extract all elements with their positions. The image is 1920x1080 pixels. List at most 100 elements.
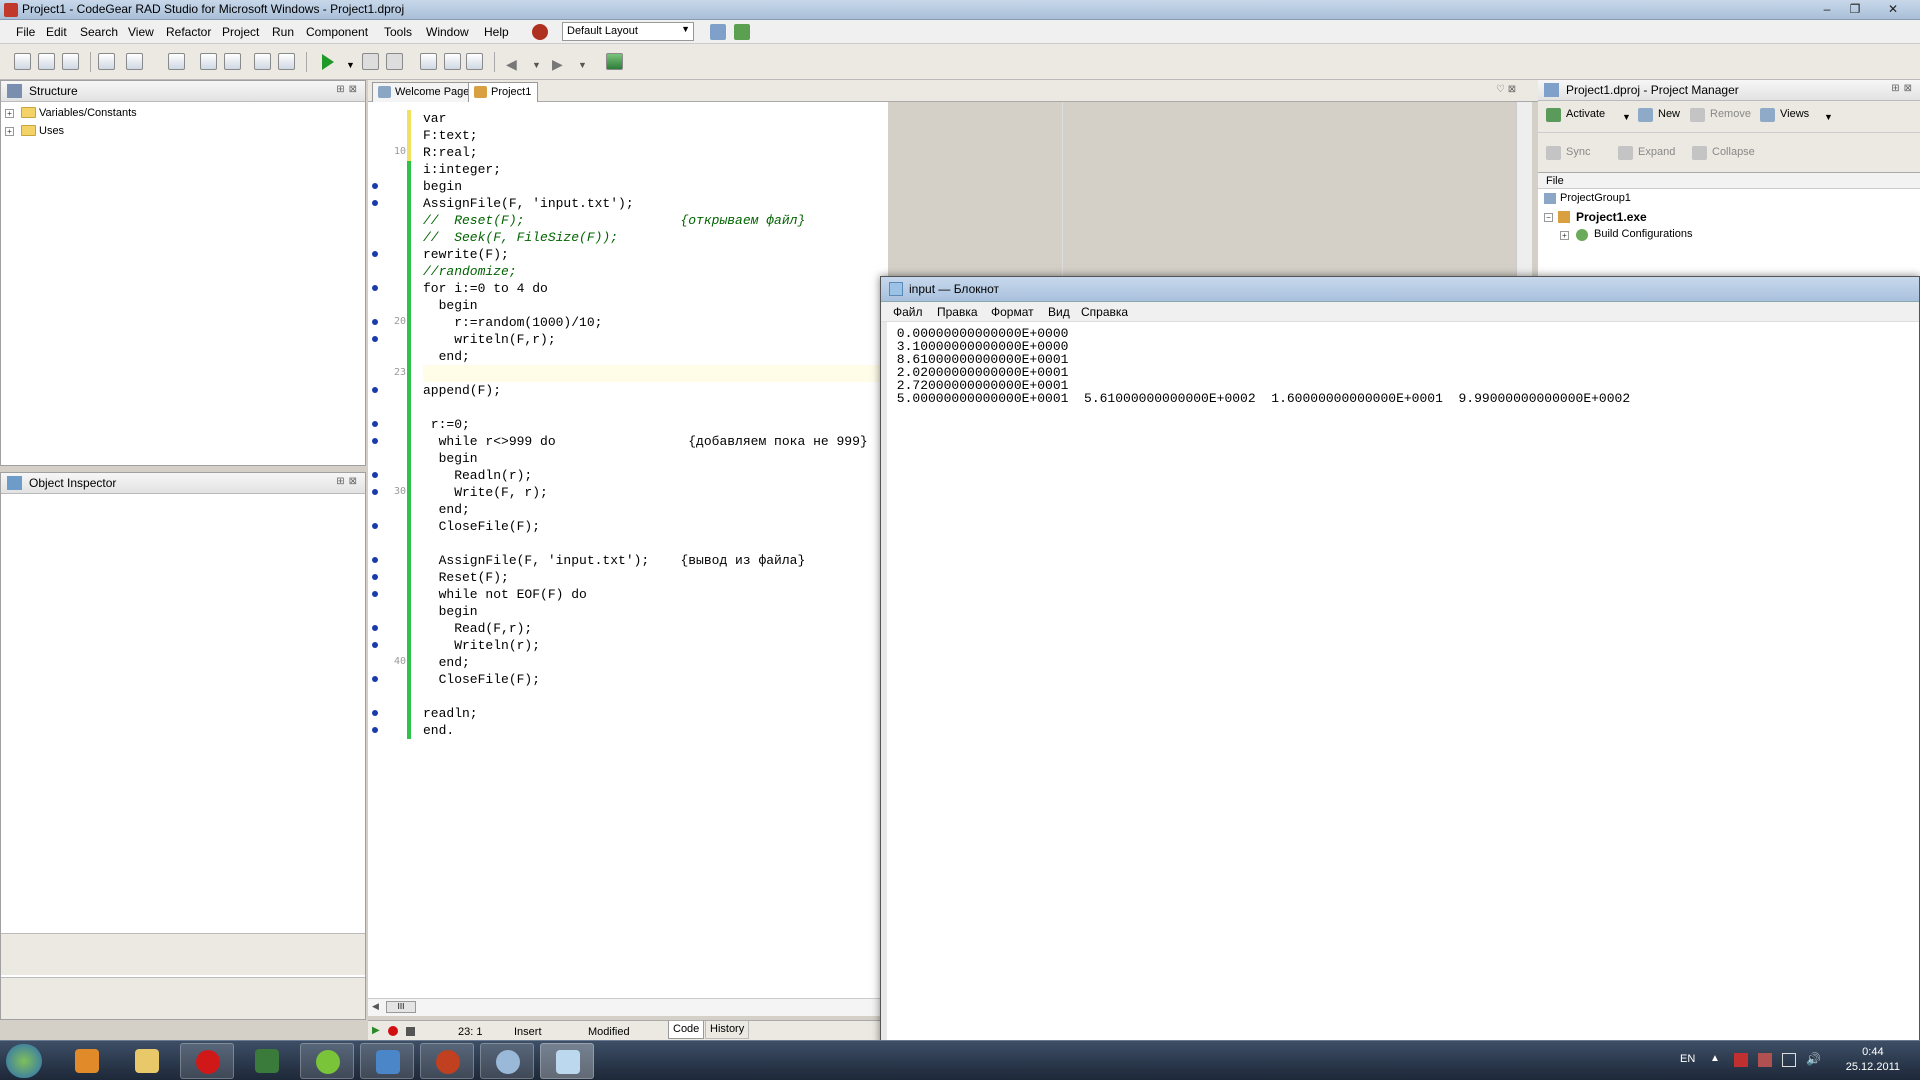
tab-history[interactable]: History: [705, 1021, 750, 1039]
helmet-icon[interactable]: [532, 24, 548, 40]
editor-gutter[interactable]: 10 20 23 30 40: [368, 102, 412, 1002]
open-icon[interactable]: [38, 53, 55, 70]
minimize-button[interactable]: –: [1814, 0, 1840, 18]
code-line[interactable]: Writeln(r);: [423, 637, 540, 654]
notepad-menu-view[interactable]: Вид: [1048, 305, 1070, 319]
breakpoint-dot-icon[interactable]: [372, 251, 378, 257]
remove-button[interactable]: Remove: [1690, 108, 1751, 122]
import-icon[interactable]: [254, 53, 271, 70]
notepad-menu-edit[interactable]: Правка: [937, 305, 978, 319]
build-configurations-item[interactable]: Build Configurations: [1594, 228, 1692, 240]
export-icon[interactable]: [278, 53, 295, 70]
forward-icon[interactable]: ▶: [552, 56, 563, 73]
open-project-icon[interactable]: [62, 53, 79, 70]
code-line[interactable]: // Reset(F); {открываем файл}: [423, 212, 805, 229]
code-line[interactable]: while not EOF(F) do: [423, 586, 587, 603]
chevron-down-icon[interactable]: ▼: [1824, 112, 1833, 122]
code-line[interactable]: while r<>999 do {добавляем пока не 999}: [423, 433, 868, 450]
code-line[interactable]: F:text;: [423, 127, 478, 144]
flag-icon[interactable]: [1758, 1053, 1772, 1067]
expand-icon[interactable]: +: [5, 127, 14, 136]
breakpoint-dot-icon[interactable]: [372, 438, 378, 444]
tab-close-icon[interactable]: ♡ ⊠: [1496, 84, 1516, 95]
menu-edit[interactable]: Edit: [46, 25, 67, 39]
back-icon[interactable]: ◀: [506, 56, 517, 73]
taskbar-media-player[interactable]: [60, 1043, 114, 1079]
breakpoint-dot-icon[interactable]: [372, 676, 378, 682]
chevron-down-icon[interactable]: ▼: [532, 60, 541, 70]
code-line[interactable]: end.: [423, 722, 454, 739]
breakpoint-dot-icon[interactable]: [372, 319, 378, 325]
code-line[interactable]: Reset(F);: [423, 569, 509, 586]
menu-file[interactable]: File: [16, 25, 35, 39]
code-line[interactable]: append(F);: [423, 382, 501, 399]
save-all-icon[interactable]: [200, 53, 217, 70]
volume-icon[interactable]: 🔊: [1806, 1052, 1821, 1066]
sync-button[interactable]: Sync: [1546, 146, 1590, 160]
code-line[interactable]: readln;: [423, 705, 478, 722]
views-button[interactable]: Views: [1760, 108, 1809, 122]
language-indicator[interactable]: EN: [1680, 1053, 1695, 1065]
set-debug-desktop-icon[interactable]: [734, 24, 750, 40]
collapse-button[interactable]: Collapse: [1692, 146, 1755, 160]
code-line[interactable]: rewrite(F);: [423, 246, 509, 263]
menu-run[interactable]: Run: [272, 25, 294, 39]
taskbar-paint[interactable]: [480, 1043, 534, 1079]
chevron-down-icon[interactable]: ▼: [578, 60, 587, 70]
project-group-item[interactable]: ProjectGroup1: [1560, 192, 1631, 204]
breakpoint-dot-icon[interactable]: [372, 336, 378, 342]
scroll-left-icon[interactable]: ◀: [372, 1001, 379, 1012]
code-line[interactable]: R:real;: [423, 144, 478, 161]
panel-pin-close-icon[interactable]: ⊞⊠: [1891, 83, 1916, 94]
expand-icon[interactable]: +: [1560, 231, 1569, 240]
breakpoint-dot-icon[interactable]: [372, 710, 378, 716]
save-desktop-icon[interactable]: [710, 24, 726, 40]
trace-into-icon[interactable]: [420, 53, 437, 70]
collapse-icon[interactable]: −: [1544, 213, 1553, 222]
panel-pin-close-icon[interactable]: ⊞⊠: [336, 84, 361, 95]
code-line[interactable]: Read(F,r);: [423, 620, 532, 637]
column-header-file[interactable]: File: [1538, 173, 1920, 189]
code-line[interactable]: end;: [423, 501, 470, 518]
menu-view[interactable]: View: [128, 25, 154, 39]
breakpoint-dot-icon[interactable]: [372, 625, 378, 631]
action-center-icon[interactable]: [1734, 1053, 1748, 1067]
horizontal-scrollbar[interactable]: ◀ III: [368, 998, 880, 1016]
tab-welcome-page[interactable]: Welcome Page: [372, 82, 477, 102]
code-line[interactable]: begin: [423, 178, 462, 195]
menu-component[interactable]: Component: [306, 25, 368, 39]
chevron-down-icon[interactable]: ▼: [346, 60, 355, 70]
scroll-thumb[interactable]: III: [386, 1001, 416, 1013]
expand-icon[interactable]: +: [5, 109, 14, 118]
code-line[interactable]: end;: [423, 348, 470, 365]
stop-icon[interactable]: [386, 53, 403, 70]
print-icon[interactable]: [224, 53, 241, 70]
code-line[interactable]: for i:=0 to 4 do: [423, 280, 548, 297]
layout-select[interactable]: Default Layout ▼: [562, 22, 694, 41]
code-line[interactable]: Readln(r);: [423, 467, 532, 484]
breakpoint-dot-icon[interactable]: [372, 727, 378, 733]
project-item[interactable]: Project1.exe: [1576, 210, 1647, 224]
vertical-scrollbar[interactable]: [1516, 102, 1532, 282]
tray-expand-icon[interactable]: ▲: [1710, 1053, 1720, 1064]
code-line[interactable]: begin: [423, 603, 478, 620]
code-line[interactable]: begin: [423, 450, 478, 467]
breakpoint-dot-icon[interactable]: [372, 421, 378, 427]
notepad-text-area[interactable]: 0.00000000000000E+0000 3.10000000000000E…: [889, 327, 1630, 405]
breakpoint-dot-icon[interactable]: [372, 285, 378, 291]
code-line[interactable]: r:=0;: [423, 416, 470, 433]
code-line[interactable]: Write(F, r);: [423, 484, 548, 501]
menu-tools[interactable]: Tools: [384, 25, 412, 39]
code-line[interactable]: // Seek(F, FileSize(F));: [423, 229, 618, 246]
stop-icon[interactable]: [406, 1027, 415, 1036]
menu-refactor[interactable]: Refactor: [166, 25, 211, 39]
code-line[interactable]: CloseFile(F);: [423, 518, 540, 535]
code-line[interactable]: CloseFile(F);: [423, 671, 540, 688]
notepad-menu-format[interactable]: Формат: [991, 305, 1034, 319]
expand-button[interactable]: Expand: [1618, 146, 1675, 160]
new-icon[interactable]: [14, 53, 31, 70]
notepad-menu-file[interactable]: Файл: [893, 305, 923, 319]
breakpoint-dot-icon[interactable]: [372, 591, 378, 597]
taskbar-opera[interactable]: [180, 1043, 234, 1079]
chevron-down-icon[interactable]: ▼: [1622, 112, 1631, 122]
